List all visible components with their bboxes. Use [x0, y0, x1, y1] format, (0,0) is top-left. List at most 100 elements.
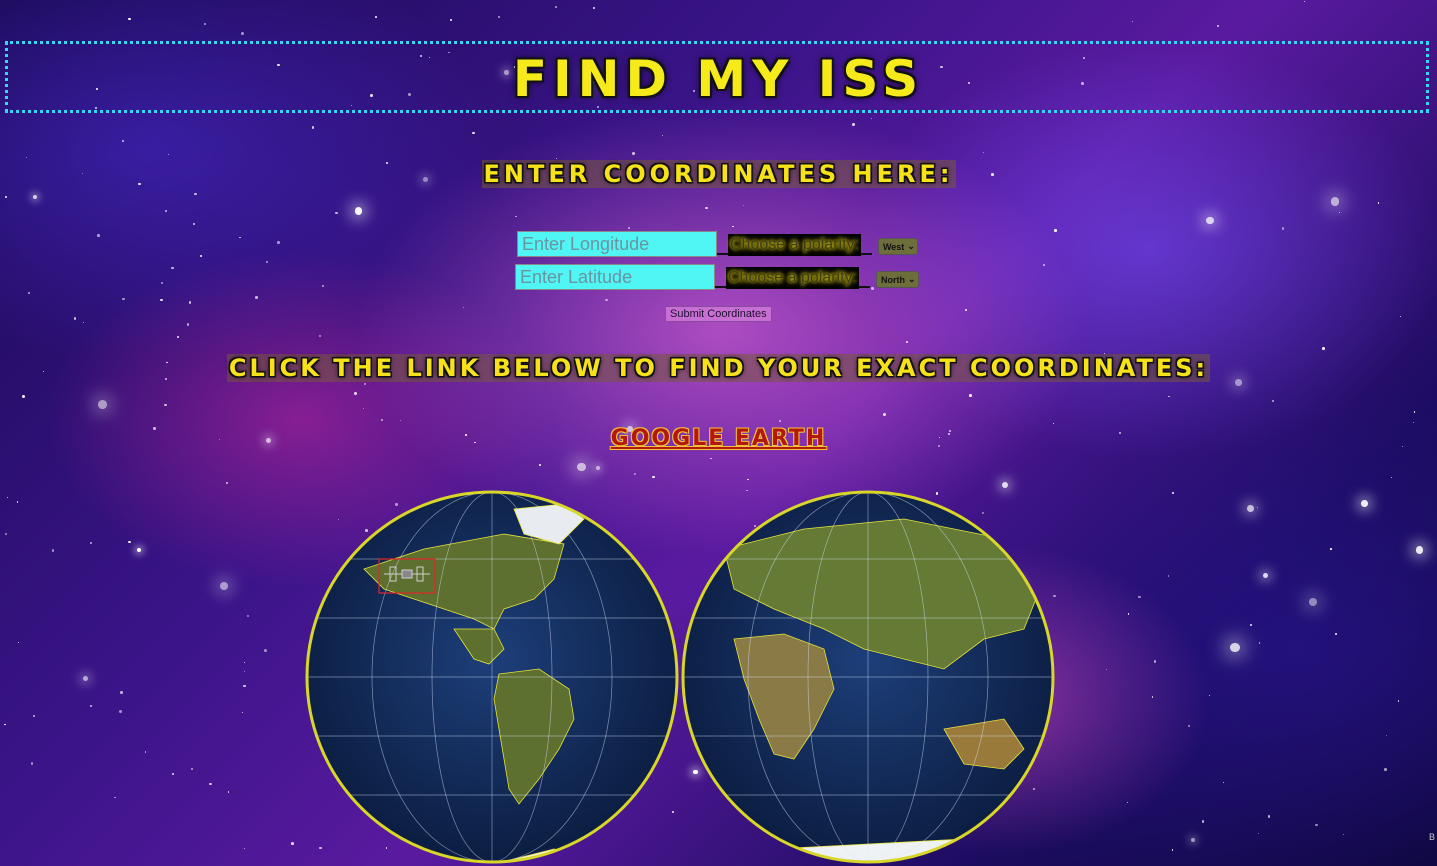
star [321, 285, 324, 288]
star [128, 17, 131, 21]
latitude-polarity-label: Choose a polarity: [726, 267, 859, 289]
star [632, 151, 636, 155]
star [239, 237, 241, 239]
star [883, 412, 887, 416]
star [1127, 613, 1130, 615]
star [906, 340, 909, 344]
separator [715, 286, 726, 288]
star [1391, 477, 1393, 479]
star [605, 298, 608, 302]
star [5, 532, 8, 535]
star [277, 240, 280, 244]
star [243, 847, 246, 850]
star [18, 641, 20, 644]
star [168, 154, 170, 156]
star [1126, 801, 1129, 803]
star [241, 32, 244, 35]
star [22, 395, 26, 399]
star [244, 662, 246, 664]
chevron-down-icon: ⌄ [907, 274, 916, 284]
star [1258, 642, 1261, 644]
star [171, 267, 174, 270]
star [515, 215, 517, 217]
star [83, 321, 85, 323]
star [25, 157, 27, 159]
enter-coordinates-heading: Enter Coordinates Here: [0, 160, 1437, 188]
star [73, 317, 77, 320]
star [187, 323, 190, 326]
star [177, 335, 180, 338]
star [1339, 212, 1341, 214]
star [51, 549, 55, 552]
star [4, 723, 6, 726]
star [1308, 597, 1318, 607]
star [1335, 633, 1338, 636]
star [1247, 505, 1255, 512]
star [203, 22, 207, 25]
star [1315, 823, 1318, 827]
star [127, 540, 131, 544]
star [90, 542, 93, 545]
star [1191, 838, 1196, 843]
star [1361, 500, 1368, 507]
latitude-polarity-value: North [880, 274, 905, 285]
star [964, 309, 967, 312]
star [119, 690, 123, 694]
star [661, 134, 663, 136]
star [160, 298, 163, 302]
star [1042, 263, 1045, 266]
star [870, 118, 872, 120]
star [121, 140, 124, 143]
longitude-polarity-select[interactable]: West ⌄ [877, 238, 918, 255]
star [450, 18, 453, 21]
star [264, 648, 267, 652]
star [90, 705, 92, 707]
star [1153, 660, 1157, 663]
star [1187, 725, 1190, 728]
star [1053, 423, 1055, 425]
star [1330, 548, 1332, 550]
star [1415, 546, 1423, 554]
star [851, 123, 855, 127]
star [1342, 834, 1345, 836]
star [1397, 700, 1400, 703]
google-earth-link[interactable]: Google Earth [611, 426, 827, 451]
eastern-hemisphere-globe [681, 490, 1055, 864]
star [633, 472, 636, 475]
star [628, 227, 631, 229]
latitude-polarity-select[interactable]: North ⌄ [875, 271, 919, 288]
star [144, 751, 147, 753]
separator [717, 253, 728, 255]
longitude-row: Choose a polarity: West ⌄ [517, 231, 918, 257]
star [33, 714, 35, 717]
star [1386, 734, 1388, 737]
star [266, 261, 268, 263]
star [188, 301, 192, 304]
star [1172, 491, 1175, 494]
star [243, 670, 246, 672]
latitude-row: Choose a polarity: North ⌄ [515, 264, 919, 290]
star [1208, 695, 1210, 697]
star [399, 419, 401, 422]
star [363, 382, 367, 385]
star [1217, 24, 1220, 28]
star [354, 209, 357, 212]
star [1222, 781, 1224, 783]
star [220, 582, 229, 591]
star [1138, 595, 1141, 599]
latitude-input[interactable] [515, 264, 715, 290]
star [1230, 642, 1240, 653]
star [1105, 668, 1108, 670]
star [1384, 768, 1387, 771]
star [122, 297, 125, 301]
star [137, 547, 142, 552]
star [1262, 572, 1269, 579]
star [194, 192, 197, 195]
star [472, 132, 475, 135]
star [291, 842, 294, 845]
longitude-input[interactable] [517, 231, 717, 257]
star [969, 394, 973, 398]
submit-coordinates-button[interactable]: Submit Coordinates [665, 306, 772, 322]
star [246, 614, 250, 618]
star [33, 194, 38, 200]
